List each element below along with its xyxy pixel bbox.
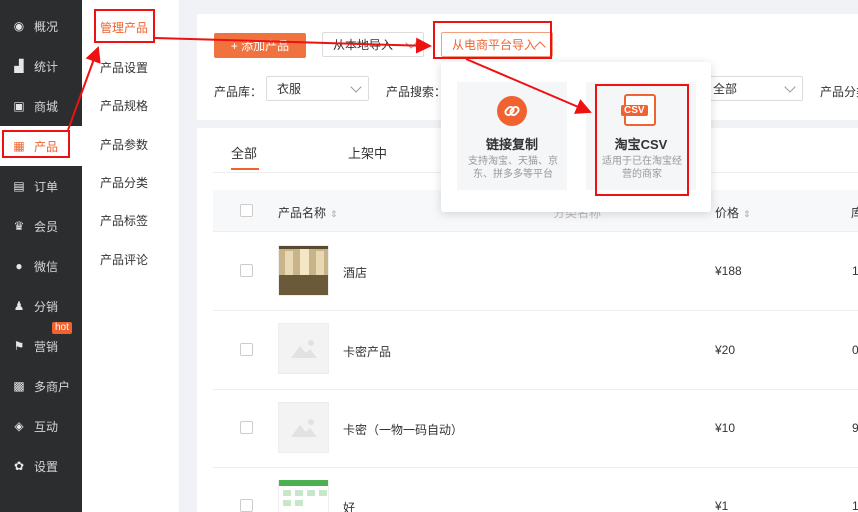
- annotation-arrows: [67, 37, 592, 131]
